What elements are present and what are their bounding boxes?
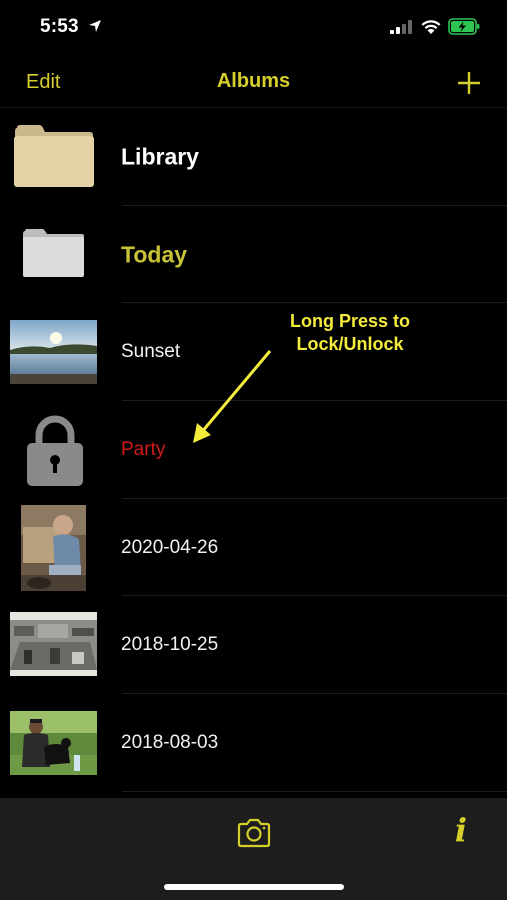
album-label: Sunset: [121, 341, 181, 363]
location-arrow-icon: [89, 20, 101, 32]
album-label: Library: [121, 143, 199, 170]
album-row-2020-04-26[interactable]: 2020-04-26: [0, 499, 507, 597]
wifi-icon: [421, 20, 441, 34]
album-row-today[interactable]: Today: [0, 206, 507, 304]
photo-thumbnail: [10, 612, 97, 677]
folder-icon: [14, 125, 94, 187]
album-row-2018-08-03[interactable]: 2018-08-03: [0, 694, 507, 792]
album-label: 2018-10-25: [121, 634, 219, 656]
albums-screen: 5:53 Edit Albums Library Today Sunset Pa…: [0, 0, 507, 900]
battery-charging-icon: [448, 18, 480, 35]
album-label: 2020-04-26: [121, 536, 219, 558]
album-label: Party: [121, 438, 166, 460]
info-icon[interactable]: i: [446, 812, 476, 848]
status-bar: 5:53: [0, 0, 507, 56]
long-press-annotation: Long Press to Lock/Unlock: [270, 310, 430, 356]
photo-thumbnail: [21, 504, 86, 591]
photo-thumbnail: [10, 711, 97, 776]
navigation-bar: Edit Albums: [0, 56, 507, 108]
album-label: Today: [121, 241, 188, 268]
folder-icon: [23, 228, 84, 277]
album-row-library[interactable]: Library: [0, 108, 507, 206]
plus-icon[interactable]: [456, 70, 482, 96]
album-row-2018-10-25[interactable]: 2018-10-25: [0, 596, 507, 695]
lock-icon: [27, 415, 83, 487]
annotation-line: Long Press to: [289, 311, 410, 331]
photo-thumbnail: [10, 320, 97, 385]
row-separator: [122, 790, 507, 792]
bottom-toolbar: i: [0, 798, 507, 900]
status-time: 5:53: [40, 16, 79, 37]
page-title: Albums: [216, 70, 291, 92]
signal-bars-icon: [390, 20, 412, 34]
home-indicator: [164, 884, 344, 890]
album-label: 2018-08-03: [121, 731, 219, 753]
camera-icon[interactable]: [236, 818, 272, 848]
annotation-line: Lock/Unlock: [296, 334, 404, 354]
annotation-arrow-icon: [193, 350, 272, 443]
